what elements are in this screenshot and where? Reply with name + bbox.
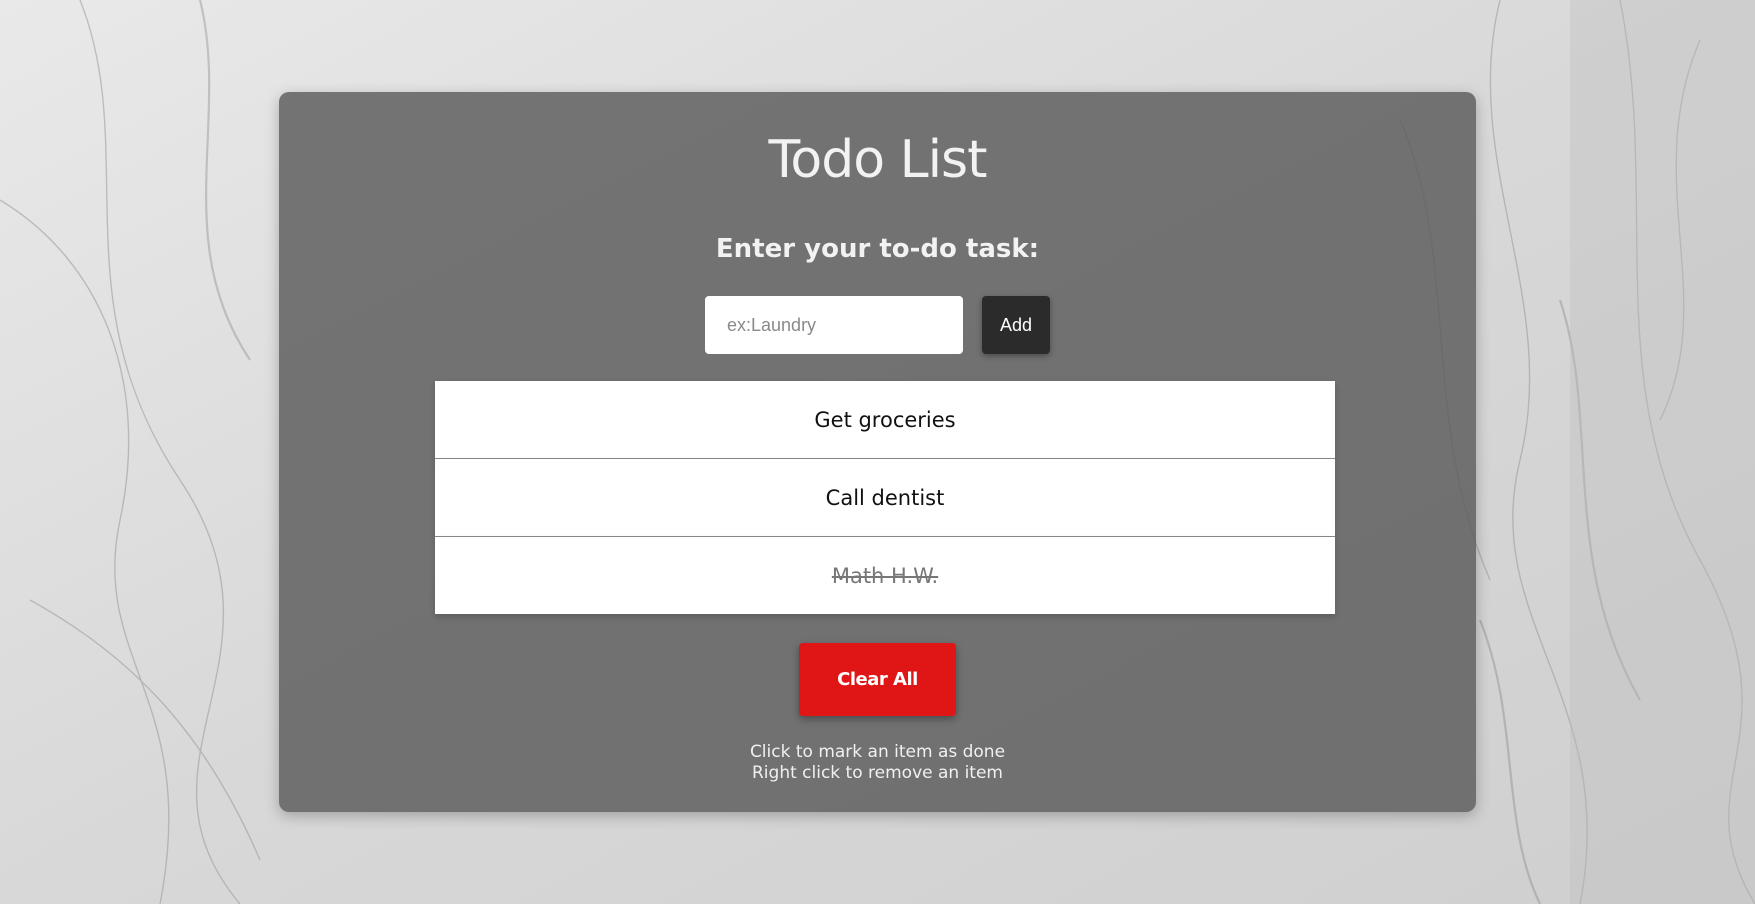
- todo-item-done[interactable]: Math H.W.: [435, 537, 1335, 614]
- hint-remove-item: Right click to remove an item: [752, 763, 1003, 783]
- task-input[interactable]: [705, 296, 963, 354]
- add-button[interactable]: Add: [982, 296, 1050, 354]
- todo-list: Get groceries Call dentist Math H.W.: [435, 381, 1335, 614]
- hint-mark-done: Click to mark an item as done: [749, 742, 1006, 762]
- clear-all-button[interactable]: Clear All: [799, 643, 956, 716]
- todo-item-text: Math H.W.: [831, 563, 939, 588]
- page-title: Todo List: [768, 130, 988, 190]
- todo-item-text: Get groceries: [814, 407, 956, 432]
- todo-item[interactable]: Get groceries: [435, 381, 1335, 459]
- task-prompt-label: Enter your to-do task:: [715, 234, 1040, 264]
- todo-item[interactable]: Call dentist: [435, 459, 1335, 537]
- todo-panel: Todo List Enter your to-do task: Add Get…: [279, 92, 1476, 812]
- todo-item-text: Call dentist: [825, 485, 945, 510]
